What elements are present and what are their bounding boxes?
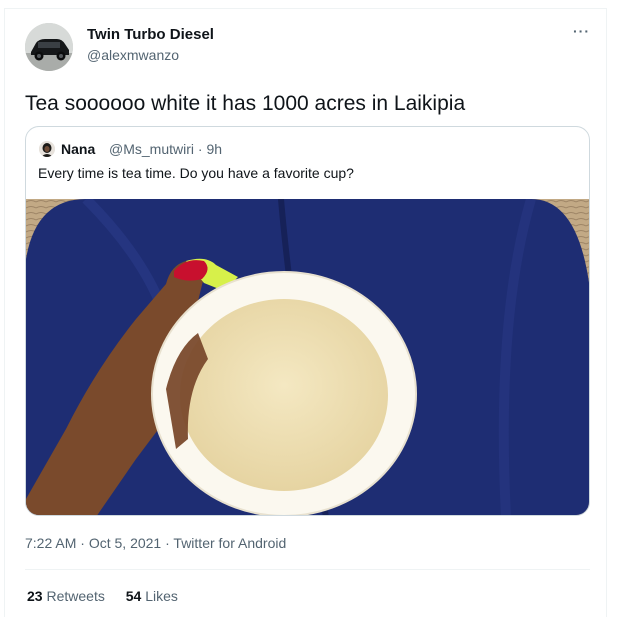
- person-icon: [39, 141, 55, 157]
- author-handle[interactable]: @alexmwanzo: [87, 47, 179, 63]
- likes-link[interactable]: 54 Likes: [126, 588, 178, 604]
- quoted-meta: @Ms_mutwiri · 9h: [109, 141, 222, 157]
- retweets-link[interactable]: 23 Retweets: [27, 588, 105, 604]
- more-options-icon[interactable]: ···: [573, 23, 590, 39]
- quoted-age[interactable]: 9h: [206, 141, 222, 157]
- tweet-time[interactable]: 7:22 AM: [25, 535, 76, 551]
- author-name[interactable]: Twin Turbo Diesel: [87, 26, 214, 43]
- tweet-card: Twin Turbo Diesel @alexmwanzo ··· Tea so…: [4, 8, 607, 617]
- tweet-source[interactable]: Twitter for Android: [173, 535, 286, 551]
- retweets-label: Retweets: [46, 588, 105, 604]
- author-avatar[interactable]: [25, 23, 73, 71]
- likes-label: Likes: [145, 588, 178, 604]
- divider: [25, 569, 590, 570]
- quoted-text: Every time is tea time. Do you have a fa…: [38, 165, 354, 181]
- tweet-meta: 7:22 AM · Oct 5, 2021 · Twitter for Andr…: [25, 535, 286, 551]
- likes-count: 54: [125, 588, 142, 604]
- quoted-avatar[interactable]: [39, 141, 55, 157]
- quoted-tweet[interactable]: Nana @Ms_mutwiri · 9h Every time is tea …: [25, 126, 590, 516]
- meta-separator: ·: [165, 535, 170, 551]
- tweet-text: Tea soooooo white it has 1000 acres in L…: [25, 92, 466, 115]
- quoted-handle[interactable]: @Ms_mutwiri: [109, 141, 194, 157]
- tea-cup-photo[interactable]: [26, 199, 590, 516]
- quoted-name[interactable]: Nana: [61, 141, 95, 157]
- meta-separator: ·: [80, 535, 85, 551]
- car-icon: [25, 23, 73, 71]
- tweet-date[interactable]: Oct 5, 2021: [89, 535, 161, 551]
- tweet-stats: 23 Retweets 54 Likes: [27, 588, 195, 604]
- retweets-count: 23: [27, 588, 43, 604]
- quoted-separator: ·: [197, 141, 203, 157]
